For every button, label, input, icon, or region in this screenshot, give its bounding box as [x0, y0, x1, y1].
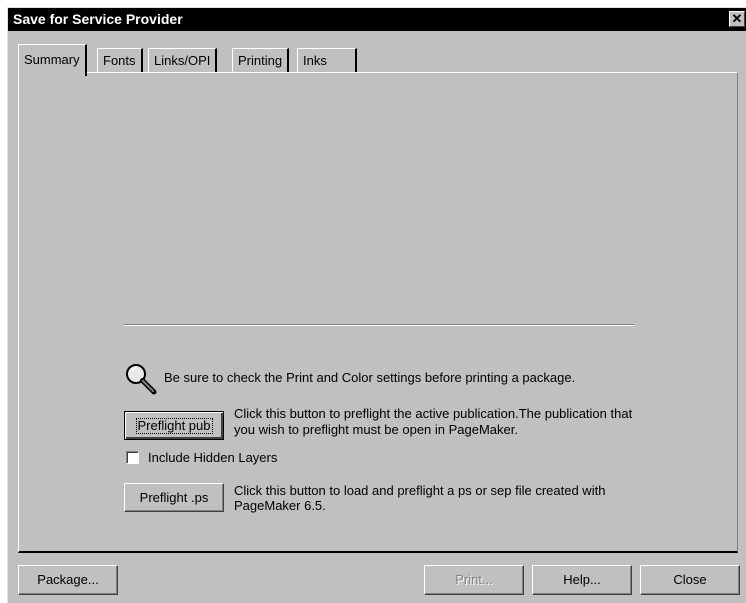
preflight-pub-button[interactable]: Preflight pub — [124, 411, 224, 440]
include-hidden-layers-label[interactable]: Include Hidden Layers — [148, 450, 277, 465]
package-button[interactable]: Package... — [18, 565, 118, 595]
magnifier-icon — [126, 364, 157, 395]
separator — [124, 324, 634, 326]
help-button[interactable]: Help... — [532, 565, 632, 595]
tab-printing[interactable]: Printing — [232, 48, 290, 72]
preflight-ps-description-2: PageMaker 6.5. — [234, 498, 326, 513]
print-label: Print... — [455, 572, 493, 587]
preflight-ps-label: Preflight .ps — [139, 490, 209, 505]
tab-fonts[interactable]: Fonts — [97, 48, 143, 72]
tab-links-opi[interactable]: Links/OPI — [148, 48, 218, 72]
tab-links-opi-label: Links/OPI — [154, 53, 211, 68]
title-bar[interactable]: Save for Service Provider ✕ — [8, 8, 746, 31]
tab-fonts-label: Fonts — [103, 53, 136, 68]
tab-summary-label: Summary — [24, 52, 80, 67]
preflight-ps-description-1: Click this button to load and preflight … — [234, 483, 606, 498]
help-label: Help... — [563, 572, 601, 587]
close-icon: ✕ — [731, 11, 743, 26]
tab-inks[interactable]: Inks — [297, 48, 357, 72]
preflight-pub-description-1: Click this button to preflight the activ… — [234, 406, 633, 421]
print-color-notice: Be sure to check the Print and Color set… — [164, 370, 576, 385]
preflight-pub-description-2: you wish to preflight must be open in Pa… — [234, 422, 518, 437]
close-window-button[interactable]: ✕ — [729, 11, 745, 27]
close-label: Close — [673, 572, 707, 587]
tab-printing-label: Printing — [238, 53, 283, 68]
preflight-pub-label: Preflight pub — [135, 418, 213, 434]
print-button[interactable]: Print... — [424, 565, 524, 595]
package-label: Package... — [37, 572, 99, 587]
tab-inks-label: Inks — [303, 53, 327, 68]
dialog-title: Save for Service Provider — [13, 11, 183, 27]
tab-summary[interactable]: Summary — [18, 44, 87, 76]
tab-panel-summary — [18, 72, 738, 553]
preflight-ps-button[interactable]: Preflight .ps — [124, 483, 224, 512]
close-button[interactable]: Close — [640, 565, 740, 595]
include-hidden-layers-checkbox[interactable] — [126, 451, 139, 464]
